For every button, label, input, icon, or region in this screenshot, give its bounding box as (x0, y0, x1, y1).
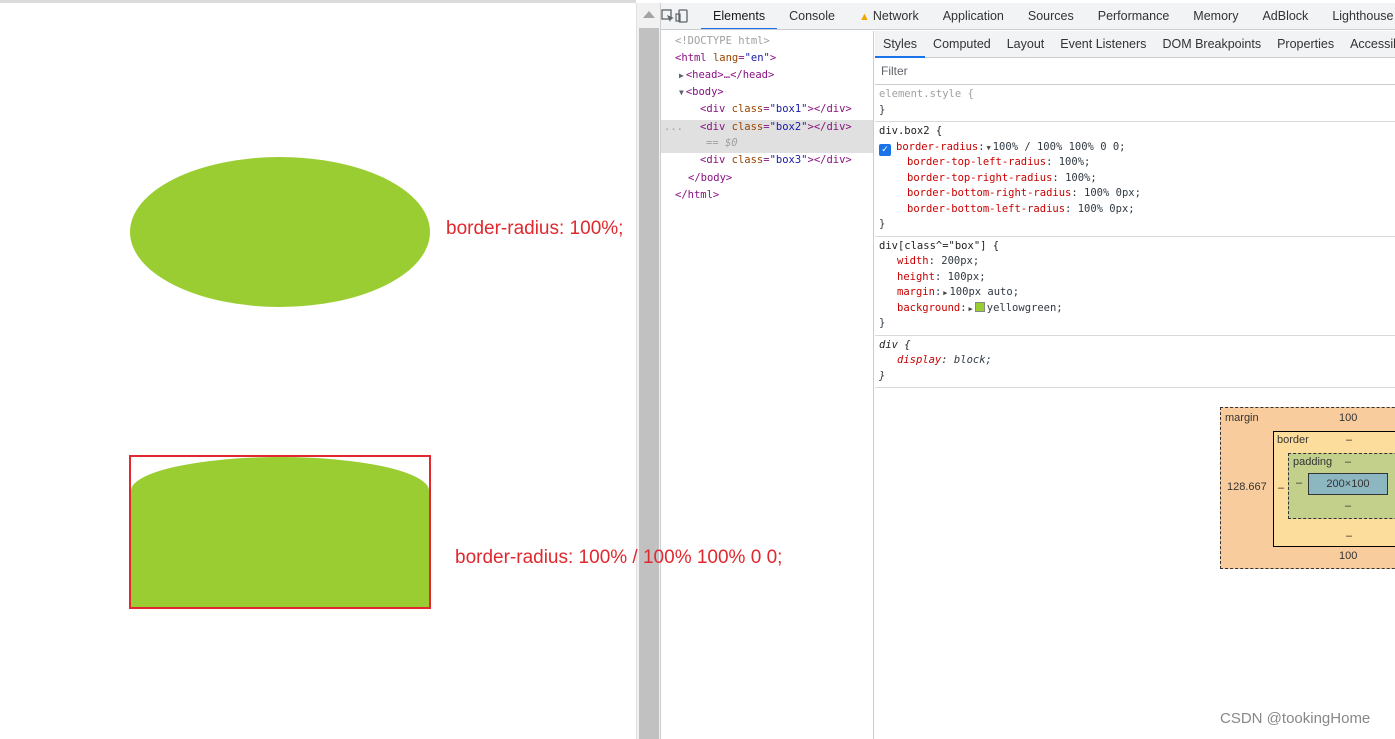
dom-body-open[interactable]: ▼ <body> (679, 84, 724, 101)
devtools-tabbar: Elements Console ▲ Network Application So… (661, 3, 1395, 30)
rule-selector: div.box2 { (879, 125, 943, 137)
subtab-properties[interactable]: Properties (1269, 31, 1342, 58)
decl-border-bottom-right-radius[interactable]: border-bottom-right-radius: 100% 0px; (879, 186, 1395, 202)
rule-close: } (879, 317, 886, 329)
tab-lighthouse[interactable]: Lighthouse (1320, 3, 1395, 29)
box-model-content[interactable]: 200×100 (1308, 473, 1388, 495)
page-scrollbar[interactable] (636, 3, 660, 739)
scroll-up-arrow-icon[interactable] (643, 11, 655, 18)
box-model-padding[interactable]: padding – – – 200×100 (1288, 453, 1395, 519)
tab-network[interactable]: ▲ Network (847, 3, 931, 29)
decl-border-top-right-radius[interactable]: border-top-right-radius: 100%; (879, 171, 1395, 187)
dom-div-box1[interactable]: <div class="box1"></div> (700, 101, 852, 118)
dom-html-open[interactable]: <html lang="en"> (675, 50, 776, 67)
rule-selector: div[class^="box"] { (879, 239, 1000, 252)
dom-div-box3[interactable]: <div class="box3"></div> (700, 152, 852, 169)
dom-node-menu-icon[interactable]: ... (664, 119, 683, 136)
caption-half-ellipse: border-radius: 100% / 100% 100% 0 0; (455, 547, 783, 568)
subtab-styles[interactable]: Styles (875, 31, 926, 58)
decl-border-bottom-left-radius[interactable]: border-bottom-left-radius: 100% 0px; (879, 202, 1395, 218)
selected-element-highlight (129, 455, 431, 609)
subtab-computed[interactable]: Computed (925, 31, 999, 58)
box-model-padding-bottom[interactable]: – (1345, 500, 1351, 512)
styles-subtabs: Styles Computed Layout Event Listeners D… (875, 31, 1395, 58)
scroll-thumb[interactable] (639, 28, 659, 739)
decl-margin[interactable]: margin: ▶ 100px auto; (879, 285, 1395, 301)
rule-box2: div.box2 { ✓ border-radius: ▼ 100% / 100% 1… (875, 122, 1395, 237)
tab-sources[interactable]: Sources (1016, 3, 1086, 29)
page-viewport: border-radius: 100%; (0, 0, 636, 739)
box-model-border-bottom[interactable]: – (1346, 530, 1352, 542)
rule-selector: element.style { (879, 88, 974, 100)
rule-close: } (879, 218, 886, 230)
device-toolbar-icon[interactable] (675, 3, 689, 29)
subtab-event-listeners[interactable]: Event Listeners (1052, 31, 1154, 58)
box-model-margin-label: margin (1225, 412, 1259, 424)
tab-elements[interactable]: Elements (701, 3, 778, 29)
collapse-triangle-icon[interactable]: ▼ (679, 88, 684, 97)
box-model-padding-top[interactable]: – (1345, 456, 1351, 468)
dom-div-box2[interactable]: <div class="box2"></div> (700, 119, 852, 136)
decl-height[interactable]: height: 100px; (879, 270, 1395, 286)
color-swatch-icon[interactable] (974, 301, 985, 312)
box-model-margin[interactable]: margin 100 128.667 100 border – – – padd… (1220, 407, 1395, 569)
dom-html-close[interactable]: </html> (675, 187, 719, 204)
decl-border-radius[interactable]: ✓ border-radius: ▼ 100% / 100% 100% 0 0; (879, 140, 1395, 156)
box-model-margin-top[interactable]: 100 (1339, 412, 1357, 424)
rule-close: } (879, 103, 886, 116)
box-model-margin-left[interactable]: 128.667 (1227, 481, 1267, 493)
css-rules: element.style { } div.box2 { ✓ border-rad… (875, 85, 1395, 388)
devtools-panel: Elements Console ▲ Network Application So… (660, 3, 1395, 739)
box-model-border-label: border (1277, 434, 1309, 446)
dom-tree: <!DOCTYPE html> <html lang="en"> ▶ <head>… (661, 31, 874, 739)
tab-console[interactable]: Console (777, 3, 847, 29)
inspect-element-icon[interactable] (661, 3, 675, 29)
half-ellipse-shape (131, 457, 429, 607)
box-model-border-left[interactable]: – (1278, 482, 1284, 494)
rule-element-style: element.style { } (875, 85, 1395, 122)
box-model-padding-left[interactable]: – (1296, 477, 1302, 489)
tab-network-label: Network (872, 8, 919, 23)
rule-box-attr: div[class^="box"] { width: 200px; height… (875, 237, 1395, 336)
dom-head[interactable]: ▶ <head>…</head> (679, 67, 774, 84)
decl-width[interactable]: width: 200px; (879, 254, 1395, 270)
rule-div-useragent: div { display: block; } (875, 336, 1395, 388)
styles-filter-input[interactable]: Filter (875, 58, 1395, 85)
box-model-border-top[interactable]: – (1346, 434, 1352, 446)
tab-application[interactable]: Application (931, 3, 1016, 29)
decl-border-top-left-radius[interactable]: border-top-left-radius: 100%; (879, 155, 1395, 171)
watermark: CSDN @tookingHome (1220, 710, 1371, 727)
decl-display: display: block; (897, 354, 992, 366)
warning-icon: ▲ (858, 10, 870, 23)
tab-performance[interactable]: Performance (1086, 3, 1182, 29)
tab-memory[interactable]: Memory (1181, 3, 1250, 29)
box-model-padding-label: padding (1293, 456, 1333, 468)
box-model-margin-bottom[interactable]: 100 (1339, 550, 1357, 562)
dom-doctype[interactable]: <!DOCTYPE html> (675, 33, 770, 50)
subtab-layout[interactable]: Layout (999, 31, 1053, 58)
dom-body-close[interactable]: </body> (688, 170, 732, 187)
subtab-accessibility[interactable]: Accessibility (1342, 31, 1395, 58)
box-model-border[interactable]: border – – – padding – – – 200×100 (1273, 431, 1395, 547)
dom-selected-marker: == $0 (706, 137, 738, 149)
rule-close: } (879, 369, 886, 382)
tab-adblock[interactable]: AdBlock (1250, 3, 1320, 29)
decl-background[interactable]: background: ▶ yellowgreen; (879, 301, 1395, 317)
styles-pane: Styles Computed Layout Event Listeners D… (875, 31, 1395, 739)
checkbox-icon[interactable]: ✓ (879, 143, 891, 156)
expand-triangle-icon[interactable]: ▶ (679, 71, 684, 80)
ellipse-shape (130, 157, 430, 307)
caption-ellipse: border-radius: 100%; (446, 218, 624, 239)
rule-selector: div { (879, 338, 911, 351)
subtab-dom-breakpoints[interactable]: DOM Breakpoints (1154, 31, 1269, 58)
